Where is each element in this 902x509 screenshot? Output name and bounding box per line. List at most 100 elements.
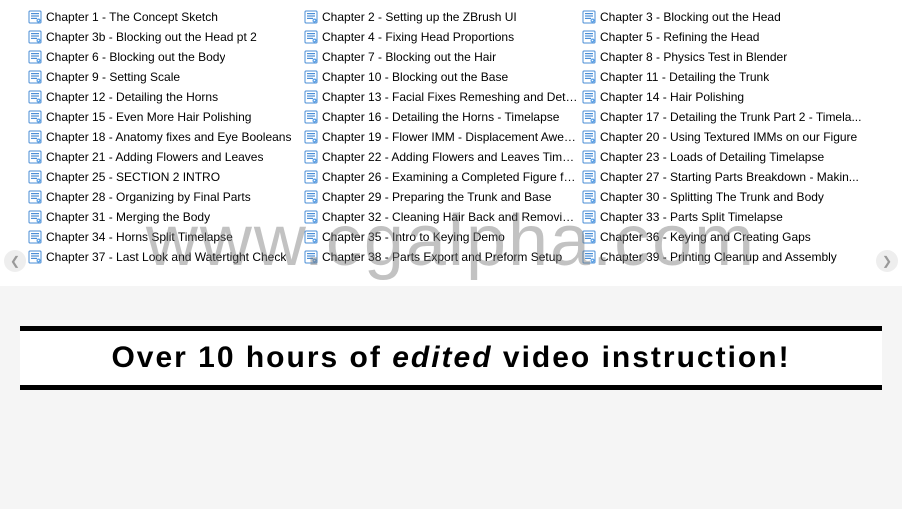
- file-item[interactable]: Chapter 10 - Blocking out the Base: [304, 68, 578, 86]
- file-item[interactable]: Chapter 26 - Examining a Completed Figur…: [304, 168, 578, 186]
- file-label: Chapter 13 - Facial Fixes Remeshing and …: [322, 90, 578, 104]
- file-label: Chapter 7 - Blocking out the Hair: [322, 50, 496, 64]
- file-label: Chapter 5 - Refining the Head: [600, 30, 759, 44]
- video-file-icon: [28, 170, 42, 184]
- video-file-icon: [582, 210, 596, 224]
- file-item[interactable]: Chapter 39 - Printing Cleanup and Assemb…: [582, 248, 868, 266]
- file-column-1: Chapter 1 - The Concept Sketch Chapter 3b…: [0, 8, 298, 266]
- video-file-icon: [304, 190, 318, 204]
- file-item[interactable]: Chapter 37 - Last Look and Watertight Ch…: [28, 248, 298, 266]
- file-item[interactable]: Chapter 3 - Blocking out the Head: [582, 8, 868, 26]
- file-item[interactable]: Chapter 16 - Detailing the Horns - Timel…: [304, 108, 578, 126]
- file-column-3: Chapter 3 - Blocking out the Head Chapter…: [578, 8, 868, 266]
- file-label: Chapter 6 - Blocking out the Body: [46, 50, 225, 64]
- file-item[interactable]: Chapter 18 - Anatomy fixes and Eye Boole…: [28, 128, 298, 146]
- file-label: Chapter 12 - Detailing the Horns: [46, 90, 218, 104]
- file-item[interactable]: Chapter 12 - Detailing the Horns: [28, 88, 298, 106]
- file-item[interactable]: Chapter 17 - Detailing the Trunk Part 2 …: [582, 108, 868, 126]
- file-label: Chapter 8 - Physics Test in Blender: [600, 50, 787, 64]
- file-label: Chapter 4 - Fixing Head Proportions: [322, 30, 514, 44]
- file-label: Chapter 3 - Blocking out the Head: [600, 10, 781, 24]
- file-item[interactable]: Chapter 30 - Splitting The Trunk and Bod…: [582, 188, 868, 206]
- video-file-icon: [582, 10, 596, 24]
- file-label: Chapter 9 - Setting Scale: [46, 70, 180, 84]
- banner-prefix: Over 10 hours of: [111, 341, 392, 374]
- file-label: Chapter 33 - Parts Split Timelapse: [600, 210, 783, 224]
- file-item[interactable]: Chapter 1 - The Concept Sketch: [28, 8, 298, 26]
- file-item[interactable]: Chapter 27 - Starting Parts Breakdown - …: [582, 168, 868, 186]
- file-item[interactable]: Chapter 34 - Horns Split Timelapse: [28, 228, 298, 246]
- file-column-2: Chapter 2 - Setting up the ZBrush UI Chap…: [298, 8, 578, 266]
- file-label: Chapter 19 - Flower IMM - Displacement A…: [322, 130, 578, 144]
- file-label: Chapter 34 - Horns Split Timelapse: [46, 230, 233, 244]
- file-item[interactable]: Chapter 23 - Loads of Detailing Timelaps…: [582, 148, 868, 166]
- file-label: Chapter 39 - Printing Cleanup and Assemb…: [600, 250, 837, 264]
- file-item[interactable]: Chapter 7 - Blocking out the Hair: [304, 48, 578, 66]
- promo-banner-text: Over 10 hours of edited video instructio…: [24, 341, 878, 375]
- file-label: Chapter 10 - Blocking out the Base: [322, 70, 508, 84]
- video-file-icon: [582, 130, 596, 144]
- video-file-icon: [304, 110, 318, 124]
- video-file-icon: [304, 210, 318, 224]
- file-item[interactable]: Chapter 25 - SECTION 2 INTRO: [28, 168, 298, 186]
- video-file-icon: [28, 70, 42, 84]
- video-file-icon: [304, 30, 318, 44]
- file-item[interactable]: Chapter 38 - Parts Export and Preform Se…: [304, 248, 578, 266]
- file-item[interactable]: Chapter 29 - Preparing the Trunk and Bas…: [304, 188, 578, 206]
- file-item[interactable]: Chapter 4 - Fixing Head Proportions: [304, 28, 578, 46]
- video-file-icon: [582, 70, 596, 84]
- file-label: Chapter 31 - Merging the Body: [46, 210, 210, 224]
- video-file-icon: [304, 230, 318, 244]
- video-file-icon: [304, 250, 318, 264]
- video-file-icon: [304, 70, 318, 84]
- file-item[interactable]: Chapter 9 - Setting Scale: [28, 68, 298, 86]
- file-item[interactable]: Chapter 32 - Cleaning Hair Back and Remo…: [304, 208, 578, 226]
- file-label: Chapter 23 - Loads of Detailing Timelaps…: [600, 150, 824, 164]
- file-item[interactable]: Chapter 6 - Blocking out the Body: [28, 48, 298, 66]
- file-label: Chapter 38 - Parts Export and Preform Se…: [322, 250, 562, 264]
- file-item[interactable]: Chapter 13 - Facial Fixes Remeshing and …: [304, 88, 578, 106]
- file-item[interactable]: Chapter 3b - Blocking out the Head pt 2: [28, 28, 298, 46]
- file-item[interactable]: Chapter 28 - Organizing by Final Parts: [28, 188, 298, 206]
- video-file-icon: [582, 230, 596, 244]
- file-label: Chapter 28 - Organizing by Final Parts: [46, 190, 251, 204]
- banner-emph: edited: [392, 341, 492, 374]
- file-item[interactable]: Chapter 36 - Keying and Creating Gaps: [582, 228, 868, 246]
- file-item[interactable]: Chapter 31 - Merging the Body: [28, 208, 298, 226]
- promo-banner: Over 10 hours of edited video instructio…: [20, 326, 882, 390]
- file-label: Chapter 1 - The Concept Sketch: [46, 10, 218, 24]
- carousel-next-button[interactable]: ❯: [876, 250, 898, 272]
- video-file-icon: [28, 110, 42, 124]
- video-file-icon: [28, 230, 42, 244]
- file-item[interactable]: Chapter 20 - Using Textured IMMs on our …: [582, 128, 868, 146]
- file-label: Chapter 27 - Starting Parts Breakdown - …: [600, 170, 859, 184]
- file-item[interactable]: Chapter 8 - Physics Test in Blender: [582, 48, 868, 66]
- video-file-icon: [582, 170, 596, 184]
- file-item[interactable]: Chapter 14 - Hair Polishing: [582, 88, 868, 106]
- file-item[interactable]: Chapter 33 - Parts Split Timelapse: [582, 208, 868, 226]
- video-file-icon: [28, 250, 42, 264]
- file-item[interactable]: Chapter 19 - Flower IMM - Displacement A…: [304, 128, 578, 146]
- file-listing: Chapter 1 - The Concept Sketch Chapter 3b…: [0, 0, 902, 286]
- file-item[interactable]: Chapter 2 - Setting up the ZBrush UI: [304, 8, 578, 26]
- file-item[interactable]: Chapter 21 - Adding Flowers and Leaves: [28, 148, 298, 166]
- video-file-icon: [304, 10, 318, 24]
- file-item[interactable]: Chapter 15 - Even More Hair Polishing: [28, 108, 298, 126]
- video-file-icon: [582, 50, 596, 64]
- carousel-prev-button[interactable]: ❮: [4, 250, 26, 272]
- video-file-icon: [582, 90, 596, 104]
- file-label: Chapter 3b - Blocking out the Head pt 2: [46, 30, 257, 44]
- video-file-icon: [582, 110, 596, 124]
- file-label: Chapter 2 - Setting up the ZBrush UI: [322, 10, 517, 24]
- file-label: Chapter 26 - Examining a Completed Figur…: [322, 170, 578, 184]
- file-item[interactable]: Chapter 35 - Intro to Keying Demo: [304, 228, 578, 246]
- file-item[interactable]: Chapter 11 - Detailing the Trunk: [582, 68, 868, 86]
- file-item[interactable]: Chapter 22 - Adding Flowers and Leaves T…: [304, 148, 578, 166]
- video-file-icon: [28, 190, 42, 204]
- video-file-icon: [28, 90, 42, 104]
- video-file-icon: [28, 30, 42, 44]
- file-label: Chapter 29 - Preparing the Trunk and Bas…: [322, 190, 551, 204]
- file-item[interactable]: Chapter 5 - Refining the Head: [582, 28, 868, 46]
- video-file-icon: [582, 30, 596, 44]
- file-label: Chapter 21 - Adding Flowers and Leaves: [46, 150, 263, 164]
